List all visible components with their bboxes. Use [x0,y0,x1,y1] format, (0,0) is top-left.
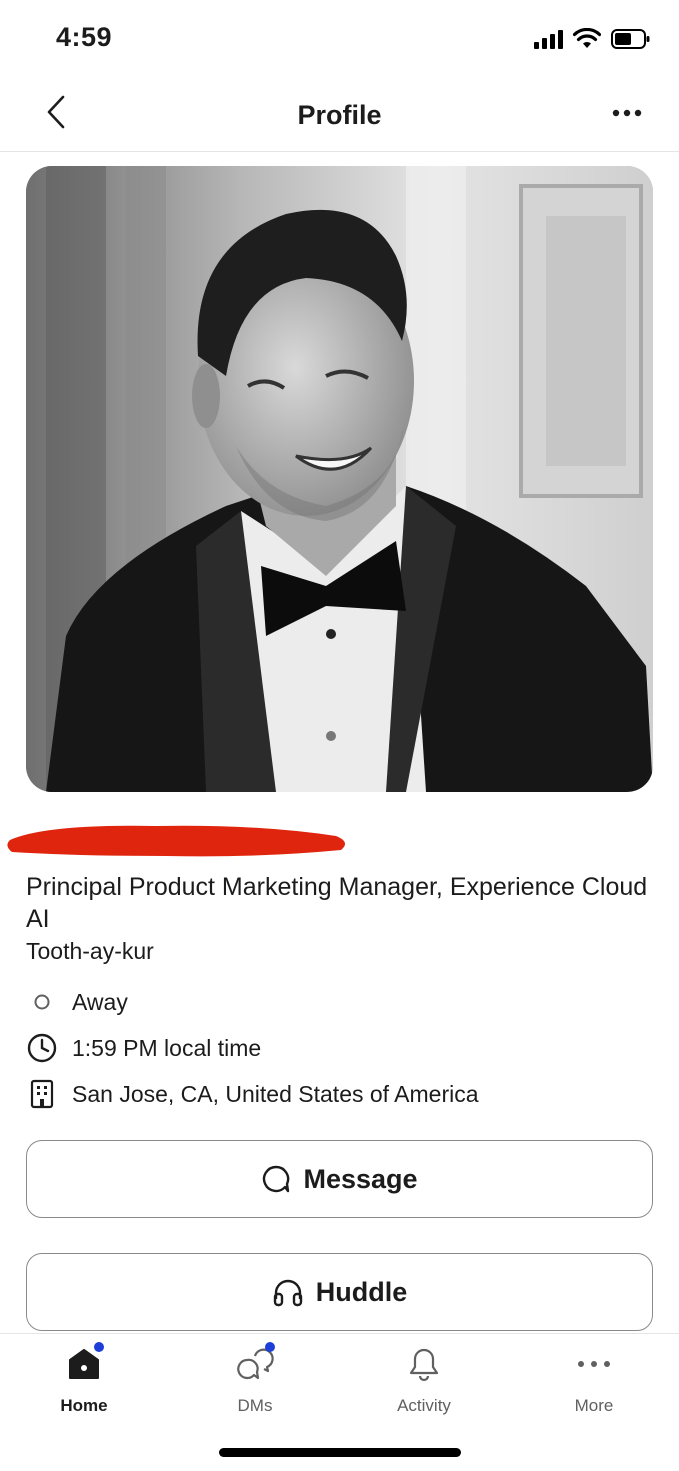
location-row: San Jose, CA, United States of America [26,1077,479,1111]
local-time-row: 1:59 PM local time [26,1031,261,1065]
more-options-button[interactable] [609,98,645,128]
tab-home[interactable]: Home [24,1342,144,1432]
away-status-icon [34,994,50,1010]
profile-photo[interactable] [26,166,653,792]
home-indicator [219,1448,461,1457]
tab-home-label: Home [60,1396,108,1415]
cellular-signal-icon [534,29,563,49]
status-icons [534,28,651,50]
tab-more[interactable]: More [534,1342,654,1432]
status-row: Away [26,985,128,1019]
more-icon [578,1361,610,1367]
job-title: Principal Product Marketing Manager, Exp… [26,873,648,933]
page-title: Profile [297,100,382,130]
tab-dms-label: DMs [237,1396,273,1415]
tab-activity[interactable]: Activity [364,1342,484,1432]
tab-dms[interactable]: DMs [195,1342,315,1432]
tab-more-label: More [574,1396,614,1415]
dms-badge-dot [265,1342,275,1352]
home-badge-dot [94,1342,104,1352]
message-button-label: Message [303,1163,418,1194]
building-icon [30,1079,54,1109]
battery-icon [611,29,650,49]
huddle-button[interactable]: Huddle [26,1253,653,1331]
profile-photo-image [26,166,653,792]
wifi-icon [573,28,601,48]
message-bubble-icon [263,1165,290,1193]
ellipsis-icon [612,109,642,117]
headphones-icon [273,1279,302,1307]
tab-activity-label: Activity [397,1396,451,1415]
bell-icon [409,1348,439,1382]
location-text: San Jose, CA, United States of America [72,1080,479,1107]
status-time: 4:59 [56,22,113,52]
name-pronunciation: Tooth-ay-kur [26,938,154,964]
clock-icon [27,1033,57,1063]
status-text: Away [72,988,128,1015]
local-time-text: 1:59 PM local time [72,1034,262,1061]
huddle-button-label: Huddle [315,1276,408,1307]
redacted-name [7,825,346,857]
profile-header: Profile [0,80,679,152]
message-button[interactable]: Message [26,1140,653,1218]
